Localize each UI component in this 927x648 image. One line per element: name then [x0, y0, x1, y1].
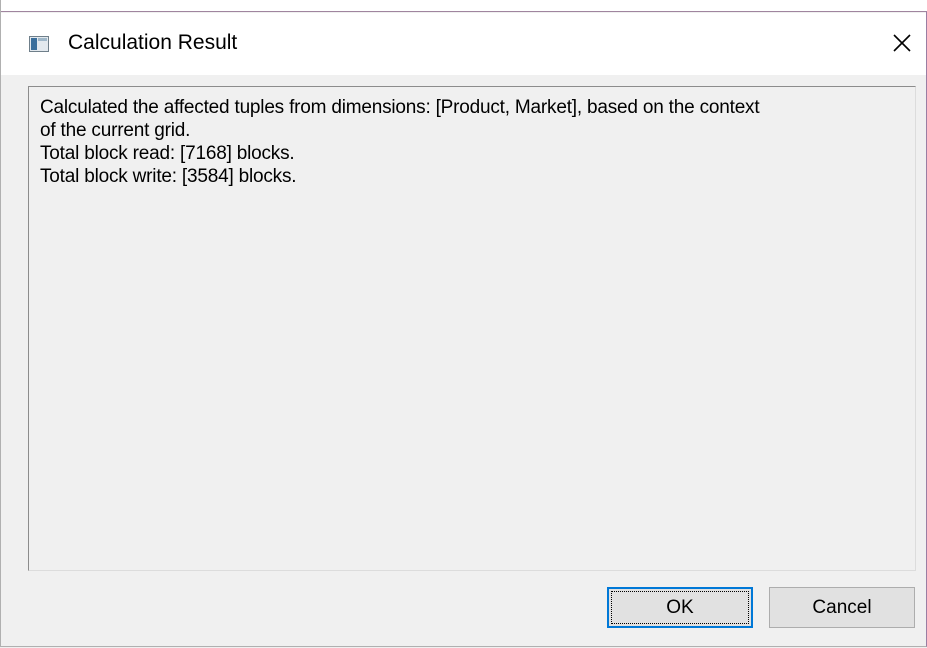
message-line: Calculated the affected tuples from dime… — [40, 97, 760, 118]
ok-button[interactable]: OK — [607, 587, 753, 628]
cancel-button-label: Cancel — [812, 597, 872, 618]
close-icon — [893, 34, 911, 52]
message-line: Total block read: [7168] blocks. — [40, 143, 295, 164]
message-line: of the current grid. — [40, 120, 191, 141]
window-title: Calculation Result — [68, 31, 238, 54]
calculation-result-dialog: Calculation Result Calculated the affect… — [0, 0, 927, 647]
title-bar[interactable]: Calculation Result — [1, 13, 926, 75]
cancel-button[interactable]: Cancel — [769, 587, 915, 628]
message-line: Total block write: [3584] blocks. — [40, 166, 297, 187]
window-top-edge — [1, 0, 927, 12]
result-message-textbox[interactable]: Calculated the affected tuples from dime… — [28, 86, 916, 571]
close-button[interactable] — [881, 25, 926, 61]
focus-ring — [611, 591, 749, 624]
app-window-icon — [29, 36, 49, 52]
